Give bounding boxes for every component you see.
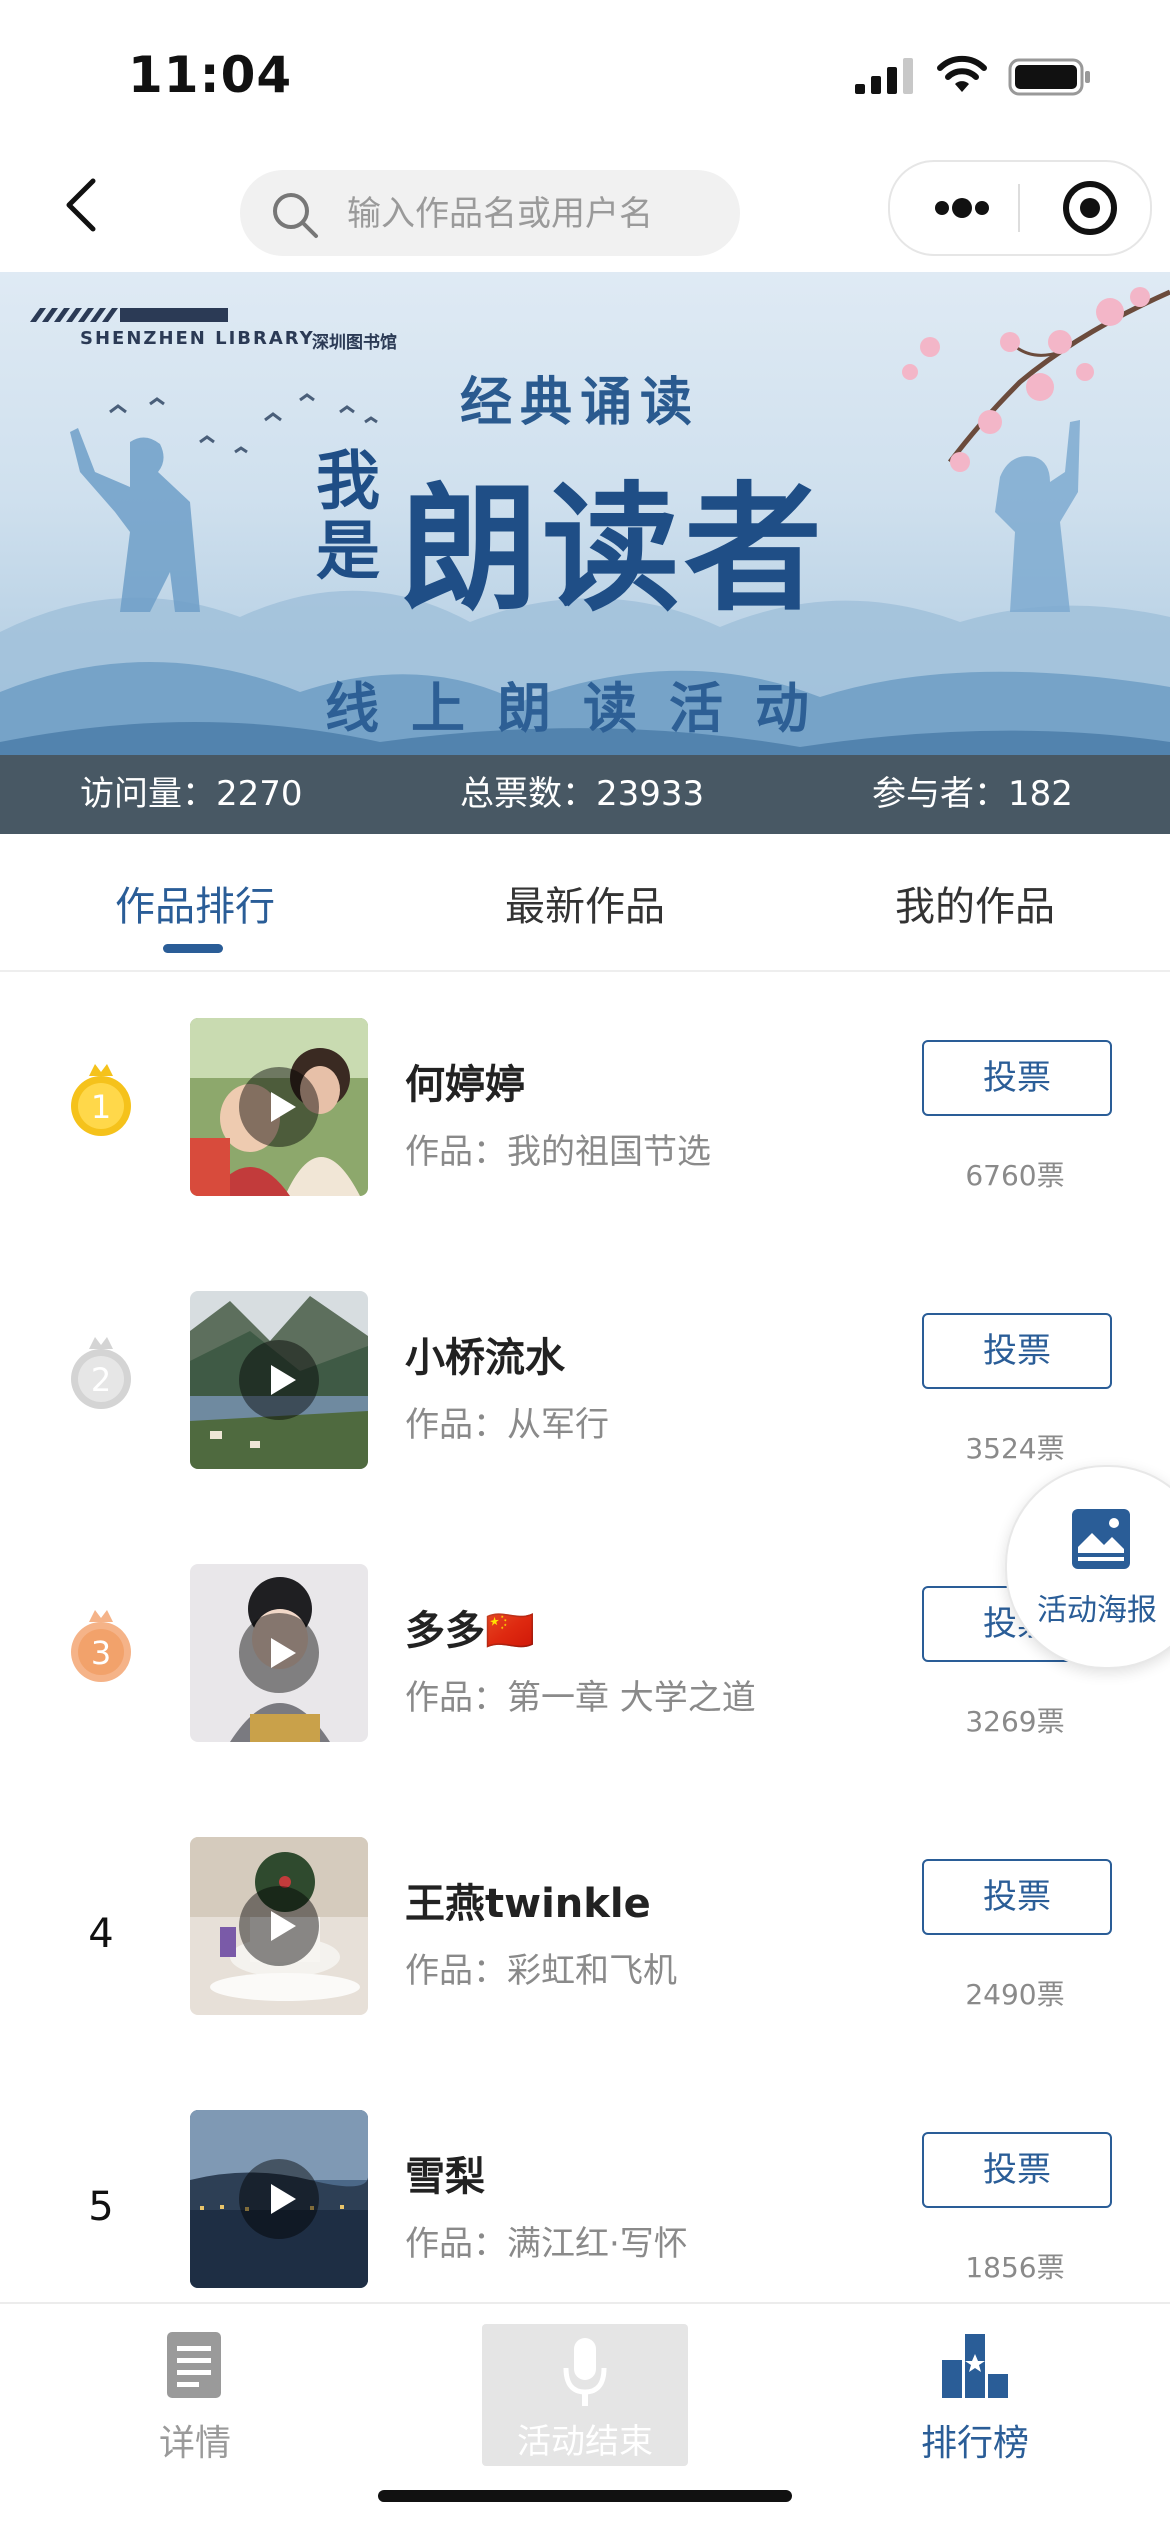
list-item[interactable]: 2 小桥流水 作品：从军行 投票 3524票 <box>0 1245 1170 1518</box>
silver-medal-icon: 2 <box>71 1337 131 1409</box>
author-name: 王燕twinkle <box>405 1881 651 1927</box>
search-icon <box>273 193 318 238</box>
poster-label: 活动海报 <box>1037 1593 1157 1628</box>
work-thumbnail[interactable] <box>190 2110 368 2288</box>
active-tab-indicator <box>163 944 223 953</box>
vote-button[interactable]: 投票 <box>922 1040 1112 1116</box>
tab-latest[interactable]: 最新作品 <box>390 874 780 932</box>
record-label: 活动结束 <box>517 2422 653 2462</box>
bronze-medal-icon: 3 <box>71 1610 131 1682</box>
search-input[interactable] <box>345 170 729 258</box>
library-logo-chinese: 深圳图书馆 <box>312 333 397 353</box>
work-thumbnail[interactable] <box>190 1564 368 1742</box>
work-title: 作品：从军行 <box>405 1405 609 1445</box>
play-icon <box>239 1886 319 1966</box>
work-thumbnail[interactable] <box>190 1837 368 2015</box>
list-item[interactable]: 5 雪梨 作品：满江红·写怀 投票 1856票 <box>0 2064 1170 2302</box>
more-options-icon[interactable] <box>910 162 1010 254</box>
microphone-icon <box>563 2338 607 2406</box>
play-icon <box>239 2159 319 2239</box>
ranking-list: 1 何婷婷 作品：我的祖国节选 投票 6760票 2 小桥流水 作品：从军行 投… <box>0 972 1170 2302</box>
mini-program-capsule <box>888 160 1152 256</box>
medal-number: 3 <box>91 1634 111 1672</box>
author-name: 小桥流水 <box>405 1335 565 1381</box>
ranking-label: 排行榜 <box>920 2423 1029 2464</box>
author-name: 多多🇨🇳 <box>405 1608 535 1654</box>
play-icon <box>239 1613 319 1693</box>
vote-button[interactable]: 投票 <box>922 1859 1112 1935</box>
banner-title-prefix: 我是 <box>316 444 380 589</box>
capsule-divider <box>1018 184 1020 232</box>
bottom-tab-details[interactable]: 详情 <box>0 2304 390 2504</box>
work-title: 作品：满江红·写怀 <box>405 2224 688 2264</box>
details-label: 详情 <box>158 2423 231 2464</box>
vote-button[interactable]: 投票 <box>922 2132 1112 2208</box>
total-votes-stat: 总票数：23933 <box>460 774 705 814</box>
vote-button[interactable]: 投票 <box>922 1313 1112 1389</box>
leaderboard-icon <box>942 2334 1008 2398</box>
vote-count: 2490票 <box>965 1978 1065 2011</box>
wifi-icon <box>937 55 987 92</box>
document-icon <box>167 2332 221 2398</box>
library-logo-english: SHENZHEN LIBRARY <box>80 328 315 349</box>
author-name: 何婷婷 <box>405 1062 525 1108</box>
participants-stat: 参与者：182 <box>872 774 1073 814</box>
work-title: 作品：第一章 大学之道 <box>405 1678 756 1718</box>
status-time: 11:04 <box>128 46 293 104</box>
work-title: 作品：我的祖国节选 <box>405 1132 711 1172</box>
vote-count: 3269票 <box>965 1705 1065 1738</box>
poster-image-icon <box>1072 1509 1130 1569</box>
visits-stat: 访问量：2270 <box>80 774 303 814</box>
tab-bar: 作品排行 最新作品 我的作品 <box>0 834 1170 972</box>
vote-count: 1856票 <box>965 2251 1065 2284</box>
vote-count: 6760票 <box>965 1159 1065 1192</box>
list-item[interactable]: 4 王燕twinkle 作品：彩虹和飞机 投票 2490票 <box>0 1791 1170 2064</box>
banner-caption: 线上朗读活动 <box>325 676 841 740</box>
tab-ranking[interactable]: 作品排行 <box>0 874 390 932</box>
home-indicator <box>378 2490 792 2502</box>
rank-number: 5 <box>88 2184 114 2230</box>
activity-banner: SHENZHEN LIBRARY 深圳图书馆 经典诵读 我是 朗读者 线上朗读活… <box>0 272 1170 834</box>
battery-icon <box>1008 58 1090 96</box>
list-item[interactable]: 1 何婷婷 作品：我的祖国节选 投票 6760票 <box>0 972 1170 1245</box>
play-icon <box>239 1067 319 1147</box>
author-name: 雪梨 <box>405 2154 485 2200</box>
nav-bar <box>0 150 1170 272</box>
banner-subtitle: 经典诵读 <box>460 372 701 433</box>
list-item[interactable]: 3 多多🇨🇳 作品：第一章 大学之道 投票 3269票 <box>0 1518 1170 1791</box>
search-bar[interactable] <box>240 170 740 258</box>
banner-title: 朗读者 <box>400 467 827 630</box>
bottom-tab-ranking[interactable]: 排行榜 <box>780 2304 1170 2504</box>
gold-medal-icon: 1 <box>71 1064 131 1136</box>
stats-bar: 访问量：2270 总票数：23933 参与者：182 <box>0 755 1170 834</box>
bottom-tab-record[interactable]: 活动结束 <box>390 2304 780 2504</box>
vote-count: 3524票 <box>965 1432 1065 1465</box>
tab-mine[interactable]: 我的作品 <box>780 874 1170 932</box>
back-arrow-icon[interactable] <box>55 175 115 235</box>
work-thumbnail[interactable] <box>190 1018 368 1196</box>
rank-number: 4 <box>88 1911 114 1957</box>
cellular-signal-icon <box>855 58 913 94</box>
close-mini-program-icon[interactable] <box>1040 162 1140 254</box>
work-thumbnail[interactable] <box>190 1291 368 1469</box>
work-title: 作品：彩虹和飞机 <box>405 1951 677 1991</box>
record-button-disabled: 活动结束 <box>482 2324 688 2466</box>
status-bar: 11:04 <box>0 0 1170 150</box>
medal-number: 2 <box>91 1361 111 1399</box>
medal-number: 1 <box>91 1088 111 1126</box>
play-icon <box>239 1340 319 1420</box>
